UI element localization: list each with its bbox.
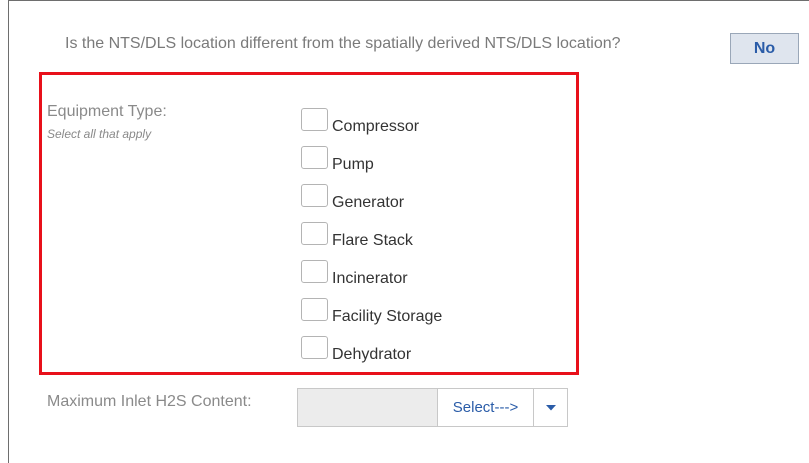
facility-storage-checkbox[interactable] bbox=[301, 298, 328, 321]
option-flare-stack[interactable]: Flare Stack bbox=[301, 222, 442, 249]
compressor-checkbox[interactable] bbox=[301, 108, 328, 131]
pump-label: Pump bbox=[332, 156, 374, 173]
h2s-content-input[interactable] bbox=[297, 388, 438, 427]
pump-checkbox[interactable] bbox=[301, 146, 328, 169]
option-generator[interactable]: Generator bbox=[301, 184, 442, 211]
option-facility-storage[interactable]: Facility Storage bbox=[301, 298, 443, 325]
equipment-options: Compressor Pump Generator Flare Stack In… bbox=[301, 108, 442, 374]
option-dehydrator[interactable]: Dehydrator bbox=[301, 336, 442, 363]
incinerator-checkbox[interactable] bbox=[301, 260, 328, 283]
incinerator-label: Incinerator bbox=[332, 270, 408, 287]
flare-stack-checkbox[interactable] bbox=[301, 222, 328, 245]
select-arrow-button[interactable] bbox=[533, 389, 567, 426]
h2s-content-label: Maximum Inlet H2S Content: bbox=[47, 393, 252, 410]
caret-down-icon bbox=[545, 404, 556, 410]
option-pump[interactable]: Pump bbox=[301, 146, 442, 173]
equipment-type-hint: Select all that apply bbox=[47, 127, 152, 141]
option-compressor[interactable]: Compressor bbox=[301, 108, 442, 135]
option-incinerator[interactable]: Incinerator bbox=[301, 260, 442, 287]
equipment-type-label: Equipment Type: bbox=[47, 103, 167, 120]
nts-dls-question: Is the NTS/DLS location different from t… bbox=[65, 35, 621, 52]
flare-stack-label: Flare Stack bbox=[332, 232, 413, 249]
nts-dls-answer-button[interactable]: No bbox=[730, 33, 799, 64]
dehydrator-checkbox[interactable] bbox=[301, 336, 328, 359]
facility-storage-label: Facility Storage bbox=[332, 308, 443, 325]
h2s-unit-select[interactable]: Select---> bbox=[437, 388, 568, 427]
compressor-label: Compressor bbox=[332, 118, 420, 135]
h2s-unit-select-value: Select---> bbox=[452, 399, 519, 416]
generator-checkbox[interactable] bbox=[301, 184, 328, 207]
generator-label: Generator bbox=[332, 194, 405, 211]
dehydrator-label: Dehydrator bbox=[332, 346, 412, 363]
